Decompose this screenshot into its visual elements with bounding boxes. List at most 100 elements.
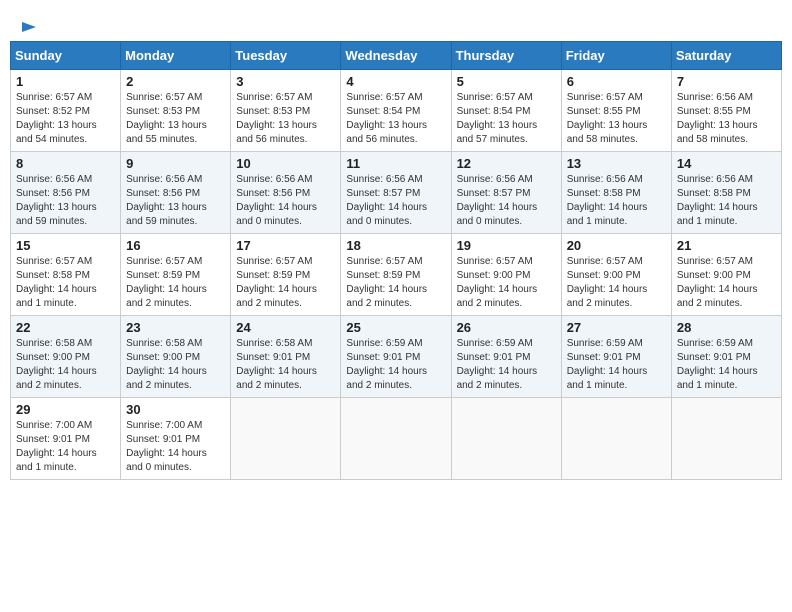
day-cell: 22Sunrise: 6:58 AM Sunset: 9:00 PM Dayli… (11, 316, 121, 398)
day-info: Sunrise: 6:59 AM Sunset: 9:01 PM Dayligh… (567, 337, 666, 393)
day-number: 10 (236, 156, 335, 171)
day-number: 7 (677, 74, 776, 89)
day-info: Sunrise: 6:59 AM Sunset: 9:01 PM Dayligh… (346, 337, 445, 393)
week-row-3: 15 Sunrise: 6:57 AM Sunset: 8:58 PM Dayli… (11, 234, 782, 316)
day-cell: 15 Sunrise: 6:57 AM Sunset: 8:58 PM Dayli… (11, 234, 121, 316)
day-info: Sunrise: 6:57 AM Sunset: 8:53 PM Dayligh… (126, 91, 225, 147)
day-cell (451, 398, 561, 480)
day-info: Sunrise: 6:57 AM Sunset: 8:59 PM Dayligh… (346, 255, 445, 311)
day-cell: 2 Sunrise: 6:57 AM Sunset: 8:53 PM Daylig… (121, 70, 231, 152)
day-info: Sunrise: 6:56 AM Sunset: 8:58 PM Dayligh… (567, 173, 666, 229)
day-info: Sunrise: 6:57 AM Sunset: 9:00 PM Dayligh… (677, 255, 776, 311)
day-cell: 13 Sunrise: 6:56 AM Sunset: 8:58 PM Dayli… (561, 152, 671, 234)
day-number: 8 (16, 156, 115, 171)
day-number: 27 (567, 320, 666, 335)
day-cell: 17 Sunrise: 6:57 AM Sunset: 8:59 PM Dayli… (231, 234, 341, 316)
day-cell: 21Sunrise: 6:57 AM Sunset: 9:00 PM Dayli… (671, 234, 781, 316)
day-cell: 29 Sunrise: 7:00 AM Sunset: 9:01 PM Dayli… (11, 398, 121, 480)
day-info: Sunrise: 6:59 AM Sunset: 9:01 PM Dayligh… (677, 337, 776, 393)
day-info: Sunrise: 6:57 AM Sunset: 8:59 PM Dayligh… (236, 255, 335, 311)
day-cell: 1Sunrise: 6:57 AM Sunset: 8:52 PM Daylig… (11, 70, 121, 152)
day-info: Sunrise: 6:56 AM Sunset: 8:55 PM Dayligh… (677, 91, 776, 147)
week-row-1: 1Sunrise: 6:57 AM Sunset: 8:52 PM Daylig… (11, 70, 782, 152)
day-cell: 7 Sunrise: 6:56 AM Sunset: 8:55 PM Daylig… (671, 70, 781, 152)
day-info: Sunrise: 6:58 AM Sunset: 9:00 PM Dayligh… (126, 337, 225, 393)
day-cell: 4 Sunrise: 6:57 AM Sunset: 8:54 PM Daylig… (341, 70, 451, 152)
day-info: Sunrise: 6:58 AM Sunset: 9:01 PM Dayligh… (236, 337, 335, 393)
day-info: Sunrise: 6:58 AM Sunset: 9:00 PM Dayligh… (16, 337, 115, 393)
day-number: 17 (236, 238, 335, 253)
week-row-2: 8 Sunrise: 6:56 AM Sunset: 8:56 PM Daylig… (11, 152, 782, 234)
day-info: Sunrise: 6:57 AM Sunset: 8:53 PM Dayligh… (236, 91, 335, 147)
day-cell: 24 Sunrise: 6:58 AM Sunset: 9:01 PM Dayli… (231, 316, 341, 398)
day-number: 25 (346, 320, 445, 335)
day-cell: 23Sunrise: 6:58 AM Sunset: 9:00 PM Dayli… (121, 316, 231, 398)
day-cell: 25 Sunrise: 6:59 AM Sunset: 9:01 PM Dayli… (341, 316, 451, 398)
day-info: Sunrise: 6:57 AM Sunset: 8:59 PM Dayligh… (126, 255, 225, 311)
day-info: Sunrise: 7:00 AM Sunset: 9:01 PM Dayligh… (126, 419, 225, 475)
weekday-header-thursday: Thursday (451, 42, 561, 70)
day-cell (231, 398, 341, 480)
weekday-header-wednesday: Wednesday (341, 42, 451, 70)
header (10, 10, 782, 41)
day-number: 9 (126, 156, 225, 171)
day-number: 12 (457, 156, 556, 171)
logo (20, 18, 39, 35)
day-number: 16 (126, 238, 225, 253)
day-number: 18 (346, 238, 445, 253)
day-info: Sunrise: 6:57 AM Sunset: 9:00 PM Dayligh… (567, 255, 666, 311)
day-cell: 6 Sunrise: 6:57 AM Sunset: 8:55 PM Daylig… (561, 70, 671, 152)
day-number: 14 (677, 156, 776, 171)
day-info: Sunrise: 6:57 AM Sunset: 8:54 PM Dayligh… (346, 91, 445, 147)
page: SundayMondayTuesdayWednesdayThursdayFrid… (0, 0, 792, 490)
weekday-header-saturday: Saturday (671, 42, 781, 70)
day-number: 29 (16, 402, 115, 417)
week-row-4: 22Sunrise: 6:58 AM Sunset: 9:00 PM Dayli… (11, 316, 782, 398)
day-number: 11 (346, 156, 445, 171)
day-info: Sunrise: 6:57 AM Sunset: 8:54 PM Dayligh… (457, 91, 556, 147)
day-cell: 19Sunrise: 6:57 AM Sunset: 9:00 PM Dayli… (451, 234, 561, 316)
calendar-table: SundayMondayTuesdayWednesdayThursdayFrid… (10, 41, 782, 480)
day-cell: 27 Sunrise: 6:59 AM Sunset: 9:01 PM Dayli… (561, 316, 671, 398)
day-number: 6 (567, 74, 666, 89)
day-cell: 10 Sunrise: 6:56 AM Sunset: 8:56 PM Dayli… (231, 152, 341, 234)
day-cell: 12 Sunrise: 6:56 AM Sunset: 8:57 PM Dayli… (451, 152, 561, 234)
day-info: Sunrise: 6:57 AM Sunset: 8:58 PM Dayligh… (16, 255, 115, 311)
day-number: 13 (567, 156, 666, 171)
day-number: 28 (677, 320, 776, 335)
day-cell: 26 Sunrise: 6:59 AM Sunset: 9:01 PM Dayli… (451, 316, 561, 398)
day-cell (561, 398, 671, 480)
day-cell: 14Sunrise: 6:56 AM Sunset: 8:58 PM Dayli… (671, 152, 781, 234)
day-cell: 11 Sunrise: 6:56 AM Sunset: 8:57 PM Dayli… (341, 152, 451, 234)
day-cell: 16 Sunrise: 6:57 AM Sunset: 8:59 PM Dayli… (121, 234, 231, 316)
day-number: 4 (346, 74, 445, 89)
day-number: 1 (16, 74, 115, 89)
day-info: Sunrise: 6:56 AM Sunset: 8:56 PM Dayligh… (236, 173, 335, 229)
week-row-5: 29 Sunrise: 7:00 AM Sunset: 9:01 PM Dayli… (11, 398, 782, 480)
day-info: Sunrise: 6:59 AM Sunset: 9:01 PM Dayligh… (457, 337, 556, 393)
day-cell: 18 Sunrise: 6:57 AM Sunset: 8:59 PM Dayli… (341, 234, 451, 316)
day-number: 5 (457, 74, 556, 89)
day-number: 26 (457, 320, 556, 335)
day-info: Sunrise: 6:56 AM Sunset: 8:56 PM Dayligh… (16, 173, 115, 229)
day-cell: 5 Sunrise: 6:57 AM Sunset: 8:54 PM Daylig… (451, 70, 561, 152)
weekday-header-tuesday: Tuesday (231, 42, 341, 70)
day-cell (671, 398, 781, 480)
day-info: Sunrise: 6:57 AM Sunset: 8:55 PM Dayligh… (567, 91, 666, 147)
day-info: Sunrise: 6:56 AM Sunset: 8:56 PM Dayligh… (126, 173, 225, 229)
day-info: Sunrise: 6:56 AM Sunset: 8:57 PM Dayligh… (457, 173, 556, 229)
day-info: Sunrise: 6:56 AM Sunset: 8:57 PM Dayligh… (346, 173, 445, 229)
weekday-header-monday: Monday (121, 42, 231, 70)
day-cell: 20Sunrise: 6:57 AM Sunset: 9:00 PM Dayli… (561, 234, 671, 316)
day-cell: 9 Sunrise: 6:56 AM Sunset: 8:56 PM Daylig… (121, 152, 231, 234)
day-number: 15 (16, 238, 115, 253)
weekday-header-row: SundayMondayTuesdayWednesdayThursdayFrid… (11, 42, 782, 70)
day-number: 24 (236, 320, 335, 335)
day-number: 3 (236, 74, 335, 89)
day-info: Sunrise: 7:00 AM Sunset: 9:01 PM Dayligh… (16, 419, 115, 475)
day-cell: 28 Sunrise: 6:59 AM Sunset: 9:01 PM Dayli… (671, 316, 781, 398)
weekday-header-sunday: Sunday (11, 42, 121, 70)
day-cell (341, 398, 451, 480)
day-number: 2 (126, 74, 225, 89)
day-cell: 8 Sunrise: 6:56 AM Sunset: 8:56 PM Daylig… (11, 152, 121, 234)
